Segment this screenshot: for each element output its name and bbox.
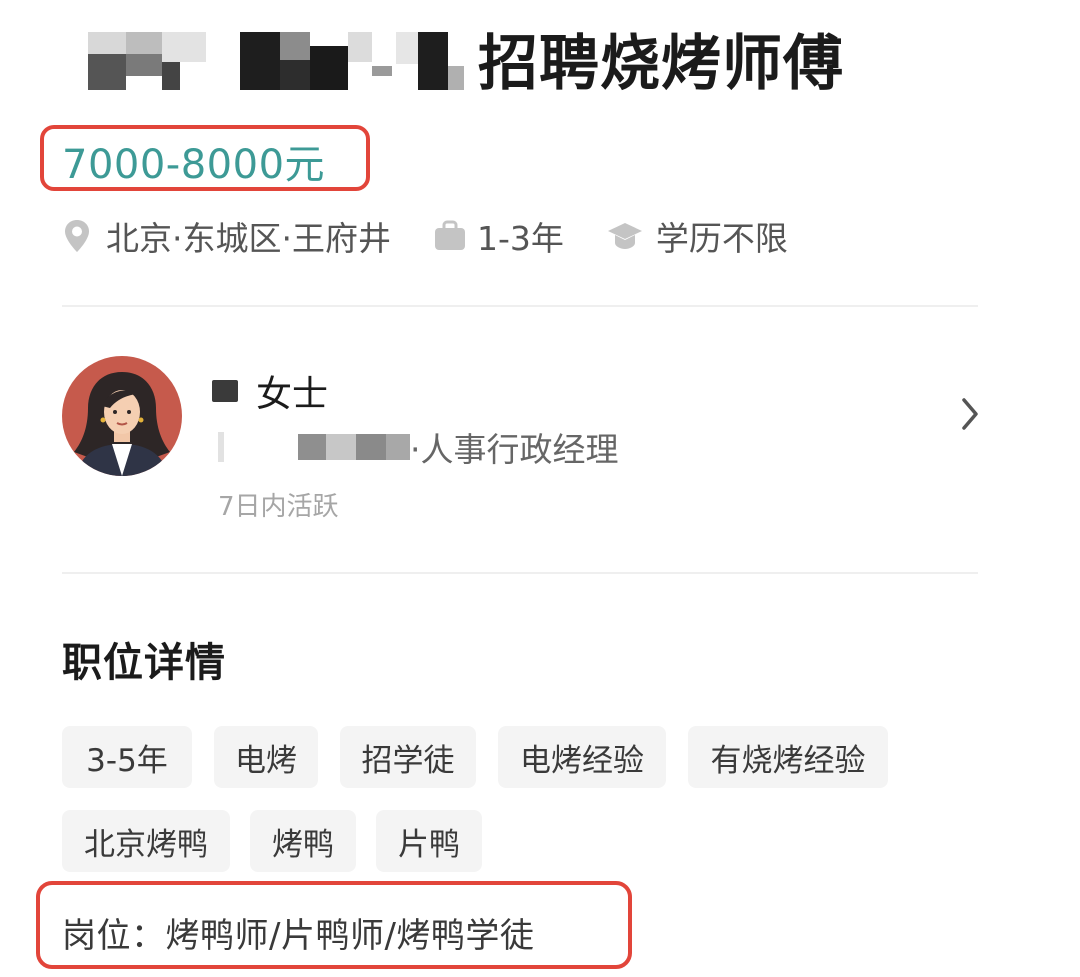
job-title-row: 招聘烧烤师傅 [62,18,844,99]
tag: 3-5年 [62,726,192,788]
education-text: 学历不限 [655,219,788,258]
divider [62,572,978,574]
experience-info: 1-3年 [433,212,564,260]
tag: 电烤经验 [498,726,666,788]
location-info: 北京·东城区·王府井 [62,212,391,260]
recruiter-role-row: ·人事行政经理 [218,424,619,470]
redacted-company [218,432,410,462]
redacted-company-name [62,26,472,90]
experience-text: 1-3年 [476,219,564,258]
job-title: 招聘烧烤师傅 [478,28,844,99]
recruiter-name-row[interactable]: 女士 [212,368,329,415]
tag: 片鸭 [376,810,482,872]
education-info: 学历不限 [606,212,788,260]
tag: 招学徒 [340,726,476,788]
tag: 烤鸭 [250,810,356,872]
location-text: 北京·东城区·王府井 [106,219,391,258]
section-title: 职位详情 [62,640,226,686]
tag: 北京烤鸭 [62,810,230,872]
graduation-cap-icon [606,221,644,251]
recruiter-active-status: 7日内活跃 [218,492,339,522]
redacted-surname [212,380,238,402]
briefcase-icon [433,220,467,252]
recruiter-name: 女士 [256,374,329,415]
tag: 有烧烤经验 [688,726,888,788]
job-meta-row: 北京·东城区·王府井 1-3年 学历不限 [62,212,788,260]
chevron-right-icon[interactable] [958,396,982,436]
divider [62,305,978,307]
recruiter-role: ·人事行政经理 [410,430,619,469]
position-text: 岗位：烤鸭师/片鸭师/烤鸭学徒 [62,916,535,956]
salary: 7000-8000元 [62,142,326,188]
tag: 电烤 [214,726,318,788]
recruiter-avatar[interactable] [62,356,182,476]
location-pin-icon [62,218,92,254]
